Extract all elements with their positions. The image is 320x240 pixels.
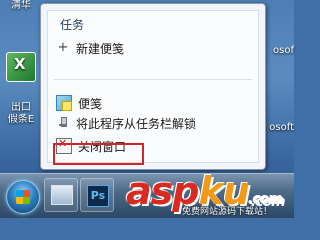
section-title-tasks: 任务 bbox=[60, 18, 85, 32]
menu-separator bbox=[54, 79, 252, 80]
desktop-icon-top-label: 清华 bbox=[11, 0, 31, 11]
menu-item-unpin[interactable]: 将此程序从任务栏解锁 bbox=[56, 113, 196, 133]
desktop-icon-label-1: 出口 bbox=[11, 102, 31, 113]
desktop-icon-excel-file[interactable]: 出口 假条E bbox=[0, 102, 42, 126]
desktop-right-label-1: osof bbox=[273, 45, 294, 56]
menu-item-sticky-notes-label: 便笺 bbox=[78, 96, 103, 111]
window-icon bbox=[51, 185, 73, 205]
desktop-icon-excel[interactable] bbox=[0, 52, 42, 84]
menu-item-sticky-notes[interactable]: 便笺 bbox=[56, 93, 102, 113]
desktop-icon-label-2: 假条E bbox=[7, 114, 35, 125]
plus-icon: + bbox=[57, 40, 69, 55]
photoshop-icon: Ps bbox=[87, 185, 109, 207]
menu-item-unpin-label: 将此程序从任务栏解锁 bbox=[76, 116, 197, 131]
menu-item-new-note-label: 新建便笺 bbox=[76, 41, 125, 56]
jump-list-menu: 任务 + 新建便笺 便笺 将此程序从任务栏解锁 关闭窗口 bbox=[40, 3, 266, 170]
start-button[interactable] bbox=[6, 180, 40, 214]
pin-icon bbox=[56, 116, 70, 130]
watermark-subtitle: 免费网站源码下载站！ bbox=[182, 207, 273, 217]
menu-item-new-note[interactable]: + 新建便笺 bbox=[56, 38, 124, 58]
desktop-right-label-2: osoft bbox=[269, 122, 294, 133]
close-window-highlight-box bbox=[53, 143, 144, 165]
jump-list-panel: 任务 + 新建便笺 便笺 将此程序从任务栏解锁 关闭窗口 bbox=[47, 10, 259, 165]
sticky-notes-icon bbox=[56, 95, 72, 111]
desktop-icon-top[interactable]: 清华 bbox=[0, 0, 42, 12]
taskbar-button-photoshop[interactable]: Ps bbox=[80, 178, 114, 212]
taskbar-button-sticky-notes[interactable] bbox=[44, 178, 78, 212]
excel-icon bbox=[6, 52, 36, 82]
